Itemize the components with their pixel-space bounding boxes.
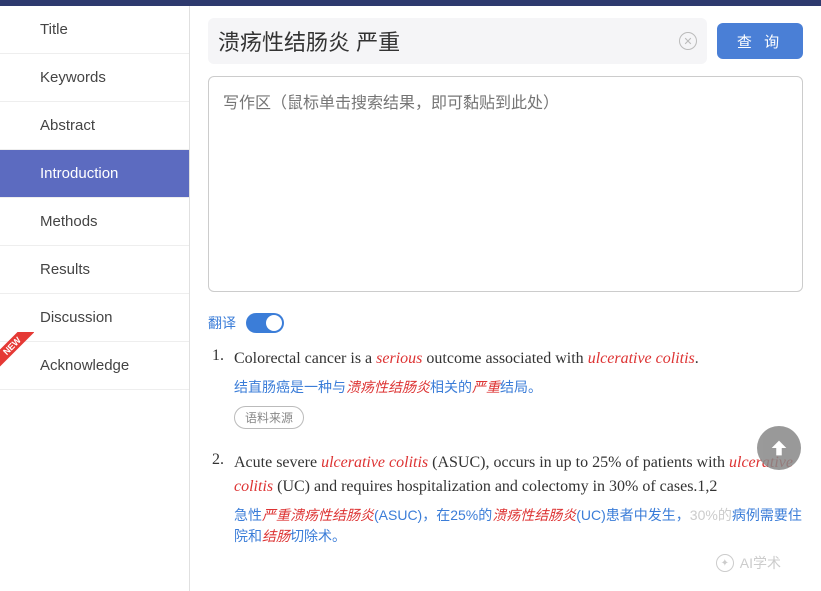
scroll-top-button[interactable] <box>757 426 801 470</box>
result-chinese: 结直肠癌是一种与溃疡性结肠炎相关的严重结局。 <box>234 377 803 398</box>
writing-area[interactable] <box>208 76 803 292</box>
clear-icon[interactable]: ✕ <box>679 32 697 50</box>
sidebar: TitleKeywordsAbstractIntroductionMethods… <box>0 6 190 591</box>
wechat-icon: ✦ <box>716 554 734 572</box>
sidebar-item-acknowledge[interactable]: Acknowledge <box>0 342 189 390</box>
sidebar-item-keywords[interactable]: Keywords <box>0 54 189 102</box>
result-english: Acute severe ulcerative colitis (ASUC), … <box>234 451 803 499</box>
sidebar-item-abstract[interactable]: Abstract <box>0 102 189 150</box>
source-button[interactable]: 语料来源 <box>234 406 304 429</box>
arrow-up-icon <box>768 437 790 459</box>
results-list: 1.Colorectal cancer is a serious outcome… <box>208 347 803 547</box>
result-english: Colorectal cancer is a serious outcome a… <box>234 347 803 371</box>
search-input[interactable] <box>218 28 673 54</box>
search-row: ✕ 查 询 <box>208 18 803 64</box>
result-chinese: 急性严重溃疡性结肠炎(ASUC)，在25%的溃疡性结肠炎(UC)患者中发生，30… <box>234 505 803 547</box>
sidebar-item-methods[interactable]: Methods <box>0 198 189 246</box>
translate-row: 翻译 <box>208 313 803 333</box>
result-item[interactable]: 1.Colorectal cancer is a serious outcome… <box>212 347 803 429</box>
watermark: ✦ AI学术 <box>716 553 781 573</box>
search-box: ✕ <box>208 18 707 64</box>
translate-label: 翻译 <box>208 313 236 333</box>
result-number: 1. <box>212 347 234 429</box>
result-body: Acute severe ulcerative colitis (ASUC), … <box>234 451 803 547</box>
watermark-text: AI学术 <box>740 553 781 573</box>
sidebar-item-discussion[interactable]: Discussion <box>0 294 189 342</box>
query-button[interactable]: 查 询 <box>717 23 803 59</box>
sidebar-item-title[interactable]: Title <box>0 6 189 54</box>
main-container: TitleKeywordsAbstractIntroductionMethods… <box>0 6 821 591</box>
translate-toggle[interactable] <box>246 313 284 333</box>
sidebar-item-introduction[interactable]: Introduction <box>0 150 189 198</box>
sidebar-item-results[interactable]: Results <box>0 246 189 294</box>
main-panel: ✕ 查 询 翻译 1.Colorectal cancer is a seriou… <box>190 6 821 591</box>
result-number: 2. <box>212 451 234 547</box>
result-body: Colorectal cancer is a serious outcome a… <box>234 347 803 429</box>
result-item[interactable]: 2.Acute severe ulcerative colitis (ASUC)… <box>212 451 803 547</box>
